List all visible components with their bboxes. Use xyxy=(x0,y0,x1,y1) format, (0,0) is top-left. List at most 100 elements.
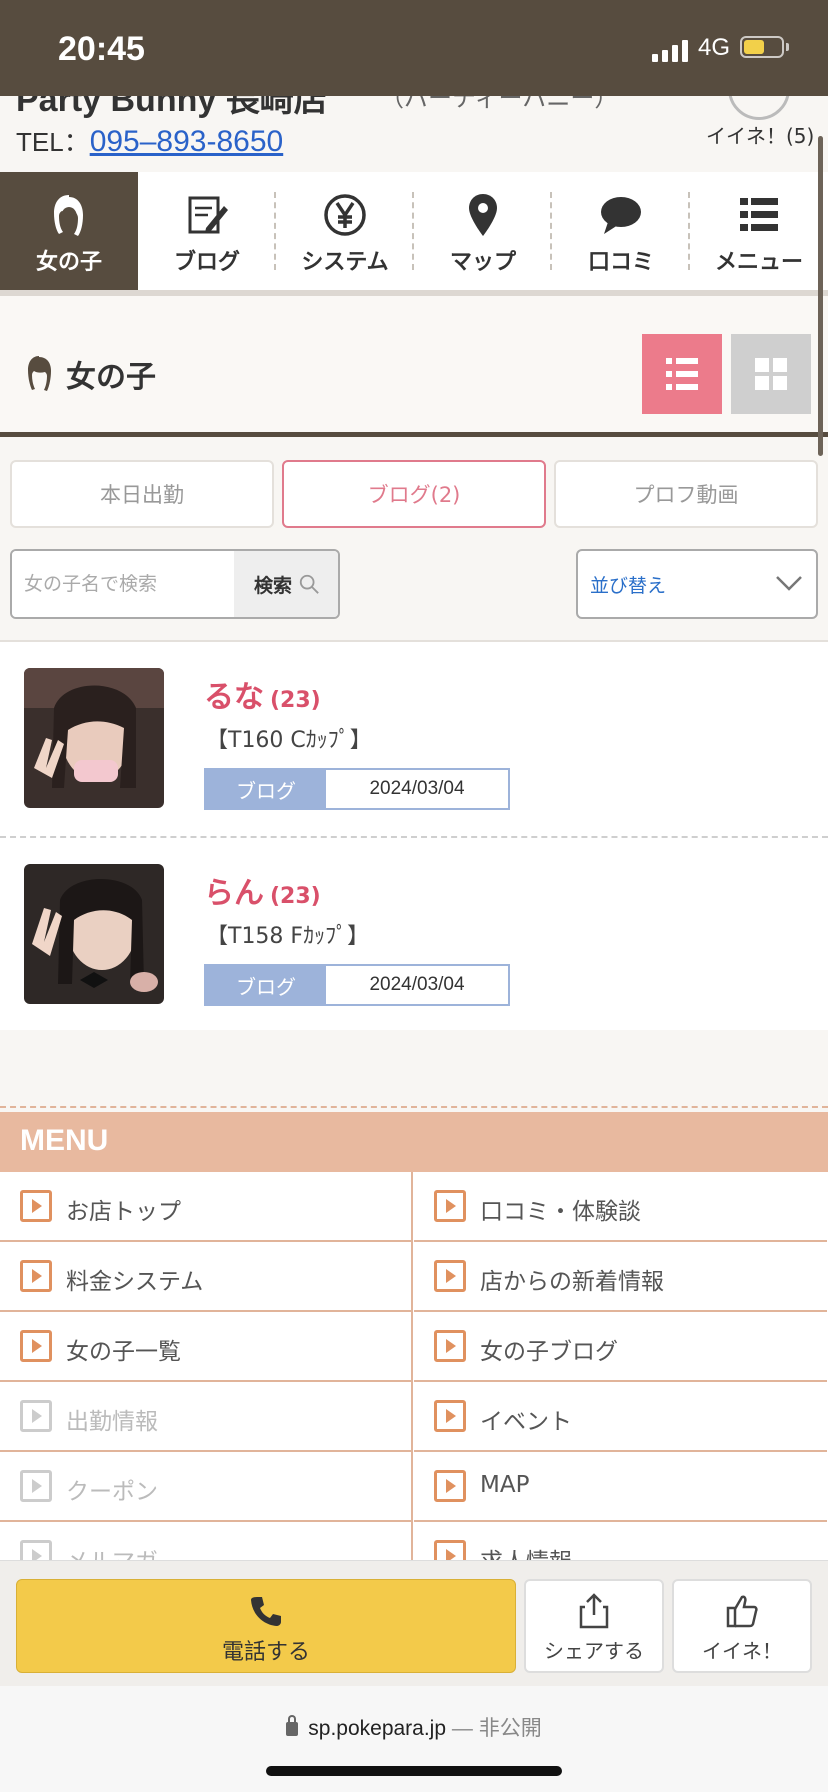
section-title-bar: 女の子 xyxy=(0,296,828,437)
nav-label: 口コミ xyxy=(587,250,654,275)
menu-item-label: メルマガ xyxy=(66,1542,158,1560)
menu-title: MENU xyxy=(20,1124,109,1157)
share-icon xyxy=(579,1593,609,1629)
menu-item-girls-list[interactable]: 女の子一覧 xyxy=(0,1312,413,1382)
girl-name[interactable]: らん (23) xyxy=(204,868,321,912)
yen-icon xyxy=(324,194,366,236)
battery-icon xyxy=(740,36,784,58)
lock-icon xyxy=(286,1715,299,1736)
section-title: 女の子 xyxy=(66,360,156,395)
nav-item-menu[interactable]: メニュー xyxy=(690,172,828,290)
menu-item-shop-top[interactable]: お店トップ xyxy=(0,1172,413,1242)
phone-icon xyxy=(251,1597,281,1626)
arrow-right-icon xyxy=(20,1540,52,1560)
girl-icon xyxy=(54,195,83,236)
arrow-right-icon xyxy=(20,1260,52,1292)
chevron-down-icon xyxy=(776,576,802,591)
scrollbar[interactable] xyxy=(818,136,823,456)
girl-age: (23) xyxy=(270,688,321,713)
call-button[interactable]: 電話する xyxy=(16,1579,516,1673)
grid-view-icon xyxy=(755,358,787,390)
menu-header: MENU xyxy=(0,1112,828,1172)
like-button[interactable]: イイネ！ xyxy=(672,1579,812,1673)
menu-item-reviews[interactable]: 口コミ・体験談 xyxy=(414,1172,827,1242)
blog-date: 2024/03/04 xyxy=(326,966,508,1004)
call-label: 電話する xyxy=(221,1640,310,1665)
shop-header: Party Bunny 長崎店 （パーティーバニー） TEL：095–893-8… xyxy=(0,96,828,172)
tab-profile-video[interactable]: プロフ動画 xyxy=(554,460,818,528)
arrow-right-icon xyxy=(434,1260,466,1292)
arrow-right-icon xyxy=(20,1330,52,1362)
nav-label: マップ xyxy=(449,250,516,275)
menu-item-label: クーポン xyxy=(66,1479,158,1505)
nav-label: システム xyxy=(301,250,389,275)
menu-item-label: お店トップ xyxy=(66,1199,181,1225)
list-item[interactable]: らん (23) 【T158 Fｶｯﾌﾟ】 ブログ 2024/03/04 xyxy=(0,836,828,1032)
nav-item-girls[interactable]: 女の子 xyxy=(0,172,138,290)
arrow-right-icon xyxy=(434,1190,466,1222)
list-view-button[interactable] xyxy=(642,334,722,414)
girl-name[interactable]: るな (23) xyxy=(204,672,321,716)
blog-tag: ブログ xyxy=(206,770,326,808)
girl-age: (23) xyxy=(270,884,321,909)
signal-strength-icon xyxy=(652,38,692,62)
menu-item-jobs[interactable]: 求人情報 xyxy=(414,1522,827,1560)
nav-item-system[interactable]: システム xyxy=(276,172,414,290)
menu-item-shop-news[interactable]: 店からの新着情報 xyxy=(414,1242,827,1312)
menu-list-icon xyxy=(740,198,778,231)
home-indicator[interactable] xyxy=(266,1766,562,1776)
tab-today[interactable]: 本日出勤 xyxy=(10,460,274,528)
blog-date: 2024/03/04 xyxy=(326,770,508,808)
menu-grid: お店トップ 口コミ・体験談 料金システム 店からの新着情報 女の子一覧 女の子ブ… xyxy=(0,1172,828,1560)
status-bar: 20:45 4G xyxy=(0,0,828,96)
sort-label: 並び替え xyxy=(590,575,667,597)
nav-item-blog[interactable]: ブログ xyxy=(138,172,276,290)
url-row[interactable]: sp.pokepara.jp — 非公開 xyxy=(0,1712,828,1742)
shop-kana: （パーティーバニー） xyxy=(380,96,619,112)
nav-label: メニュー xyxy=(714,250,803,275)
girl-photo[interactable] xyxy=(24,668,164,808)
blog-badge[interactable]: ブログ 2024/03/04 xyxy=(204,964,510,1006)
blog-badge[interactable]: ブログ 2024/03/04 xyxy=(204,768,510,810)
like-circle-icon[interactable] xyxy=(728,96,790,120)
nav-label: ブログ xyxy=(173,250,240,275)
menu-item-map[interactable]: MAP xyxy=(414,1452,827,1522)
arrow-right-icon xyxy=(434,1470,466,1502)
network-type: 4G xyxy=(698,34,731,61)
menu-item-girls-blog[interactable]: 女の子ブログ xyxy=(414,1312,827,1382)
menu-item-events[interactable]: イベント xyxy=(414,1382,827,1452)
like-count: イイネ！(5) xyxy=(706,124,815,148)
nav-item-map[interactable]: マップ xyxy=(414,172,552,290)
arrow-right-icon xyxy=(434,1540,466,1560)
filter-tabs: 本日出勤 ブログ(2) プロフ動画 xyxy=(10,460,818,530)
search-box: 検索 xyxy=(10,549,340,619)
tel-link[interactable]: 095–893-8650 xyxy=(90,125,284,158)
grid-view-button[interactable] xyxy=(731,334,811,414)
sort-select[interactable]: 並び替え xyxy=(576,549,818,619)
menu-item-label: 店からの新着情報 xyxy=(480,1269,664,1295)
girl-name-text: らん xyxy=(204,876,264,911)
menu-item-schedule: 出勤情報 xyxy=(0,1382,413,1452)
menu-item-mail-magazine: メルマガ xyxy=(0,1522,413,1560)
share-button[interactable]: シェアする xyxy=(524,1579,664,1673)
menu-item-price-system[interactable]: 料金システム xyxy=(0,1242,413,1312)
menu-divider xyxy=(0,1106,828,1108)
url-text: sp.pokepara.jp xyxy=(308,1717,447,1740)
share-label: シェアする xyxy=(544,1639,644,1663)
url-privacy: 非公開 xyxy=(478,1717,542,1740)
tel-row: TEL：095–893-8650 xyxy=(16,122,283,159)
menu-item-label: イベント xyxy=(480,1409,572,1435)
list-item[interactable]: るな (23) 【T160 Cｶｯﾌﾟ】 ブログ 2024/03/04 xyxy=(0,642,828,836)
girl-photo[interactable] xyxy=(24,864,164,1004)
browser-url-bar: sp.pokepara.jp — 非公開 xyxy=(0,1686,828,1792)
tab-blog[interactable]: ブログ(2) xyxy=(282,460,546,528)
search-input[interactable] xyxy=(12,551,234,617)
arrow-right-icon xyxy=(20,1190,52,1222)
search-button[interactable]: 検索 xyxy=(234,551,338,617)
search-button-label: 検索 xyxy=(253,574,292,597)
menu-item-label: 料金システム xyxy=(66,1269,204,1295)
menu-item-label: MAP xyxy=(480,1472,530,1498)
nav-item-reviews[interactable]: 口コミ xyxy=(552,172,690,290)
girl-list: るな (23) 【T160 Cｶｯﾌﾟ】 ブログ 2024/03/04 らん (23… xyxy=(0,640,828,1030)
menu-item-label: 女の子ブログ xyxy=(480,1339,618,1365)
